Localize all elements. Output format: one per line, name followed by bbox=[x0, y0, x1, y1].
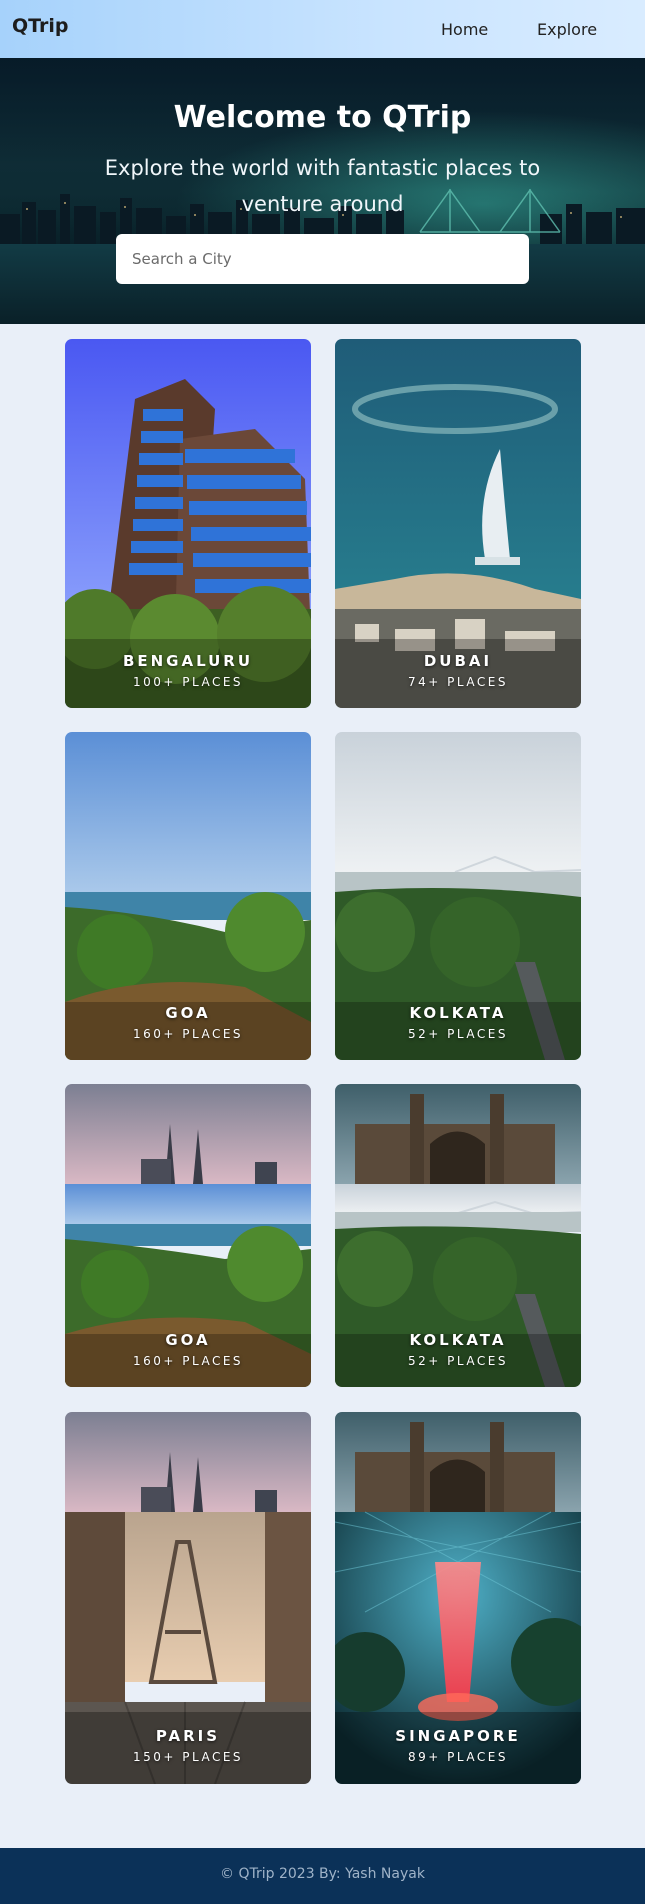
card-caption: DUBAI 74+ PLACES bbox=[335, 652, 581, 689]
card-caption: SINGAPORE 89+ PLACES bbox=[335, 1727, 581, 1764]
card-caption: PARIS 150+ PLACES bbox=[65, 1727, 311, 1764]
city-card-paris[interactable]: PARIS 150+ PLACES bbox=[65, 1412, 311, 1784]
city-card-kolkata[interactable]: KOLKATA 52+ PLACES bbox=[335, 732, 581, 1060]
city-name: GOA bbox=[165, 1331, 211, 1349]
places-count: 89+ PLACES bbox=[408, 1750, 508, 1764]
places-count: 160+ PLACES bbox=[132, 1354, 244, 1368]
footer-copyright: © QTrip 2023 By: Yash Nayak bbox=[220, 1866, 425, 1882]
city-card-singapore[interactable]: SINGAPORE 89+ PLACES bbox=[335, 1412, 581, 1784]
hero-banner: Welcome to QTrip Explore the world with … bbox=[0, 58, 645, 324]
places-count: 74+ PLACES bbox=[408, 675, 508, 689]
city-name: BENGALURU bbox=[122, 652, 254, 670]
city-card-goa[interactable]: GOA 160+ PLACES bbox=[65, 732, 311, 1060]
card-caption: KOLKATA 52+ PLACES bbox=[335, 1004, 581, 1041]
navbar: QTrip Home Explore bbox=[0, 0, 645, 58]
nav-explore-link[interactable]: Explore bbox=[537, 20, 597, 39]
footer: © QTrip 2023 By: Yash Nayak bbox=[0, 1848, 645, 1904]
city-name: KOLKATA bbox=[409, 1004, 507, 1022]
hero-subtitle: Explore the world with fantastic places … bbox=[104, 156, 541, 216]
city-name: KOLKATA bbox=[409, 1331, 507, 1349]
places-count: 150+ PLACES bbox=[132, 1750, 244, 1764]
brand-logo[interactable]: QTrip bbox=[12, 15, 69, 37]
city-card-kolkata-2[interactable]: KOLKATA 52+ PLACES bbox=[335, 1084, 581, 1387]
city-name: GOA bbox=[165, 1004, 211, 1022]
places-count: 52+ PLACES bbox=[408, 1354, 508, 1368]
city-card-dubai[interactable]: DUBAI 74+ PLACES bbox=[335, 339, 581, 708]
search-city-input[interactable] bbox=[116, 234, 529, 284]
places-count: 100+ PLACES bbox=[132, 675, 244, 689]
city-name: SINGAPORE bbox=[395, 1727, 521, 1745]
city-card-bengaluru[interactable]: BENGALURU 100+ PLACES bbox=[65, 339, 311, 708]
places-count: 160+ PLACES bbox=[132, 1027, 244, 1041]
city-name: PARIS bbox=[155, 1727, 221, 1745]
city-name: DUBAI bbox=[423, 652, 493, 670]
card-caption: GOA 160+ PLACES bbox=[65, 1331, 311, 1368]
card-caption: BENGALURU 100+ PLACES bbox=[65, 652, 311, 689]
hero-title: Welcome to QTrip bbox=[173, 100, 472, 135]
nav-home-link[interactable]: Home bbox=[441, 20, 488, 39]
card-caption: KOLKATA 52+ PLACES bbox=[335, 1331, 581, 1368]
card-caption: GOA 160+ PLACES bbox=[65, 1004, 311, 1041]
city-card-goa-2[interactable]: GOA 160+ PLACES bbox=[65, 1084, 311, 1387]
places-count: 52+ PLACES bbox=[408, 1027, 508, 1041]
